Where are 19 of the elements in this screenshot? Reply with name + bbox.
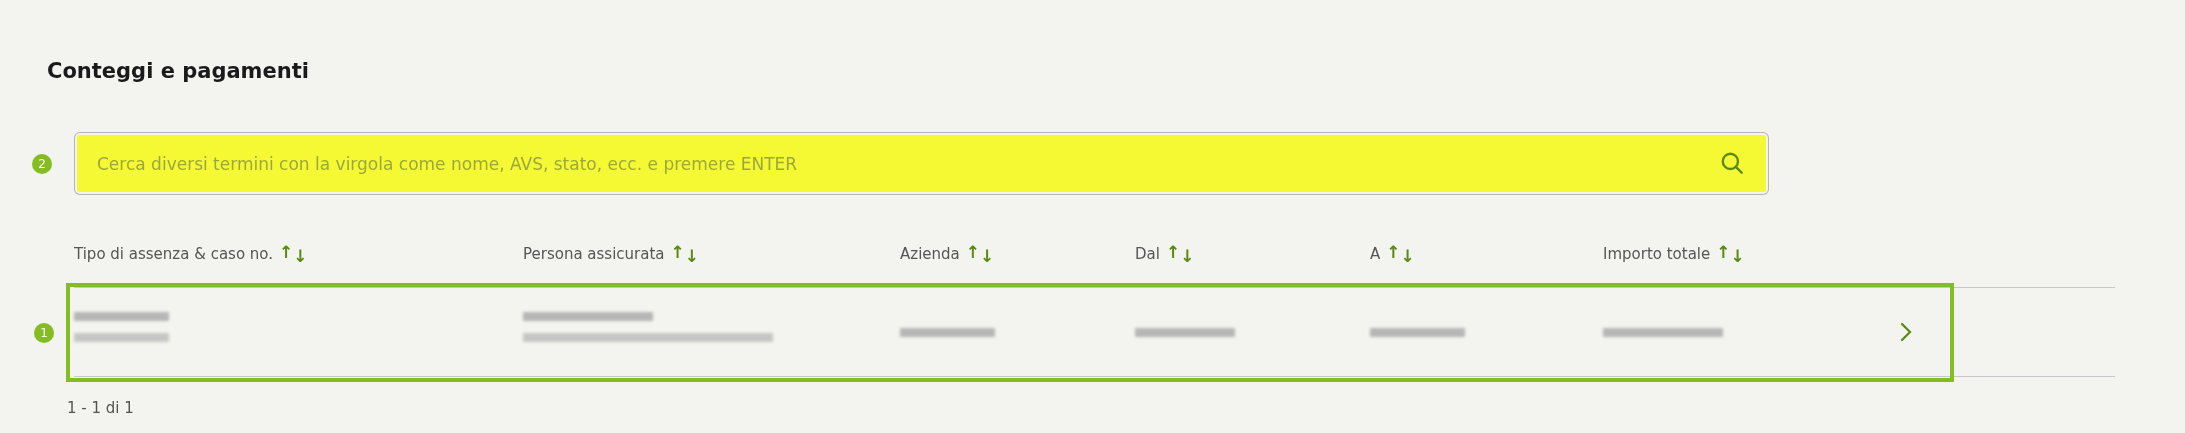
column-header: Persona assicurata	[523, 244, 665, 265]
column-header: A	[1370, 244, 1381, 265]
sort-button[interactable]: ↑↓	[1386, 243, 1415, 269]
sort-button[interactable]: ↑↓	[670, 243, 700, 269]
sort-button[interactable]: ↑↓	[1165, 243, 1195, 269]
sort-button[interactable]: ↑↓	[965, 243, 995, 269]
sort-button[interactable]: ↑↓	[1716, 243, 1745, 269]
search-icon[interactable]	[1719, 150, 1745, 176]
page-title: Conteggi e pagamenti	[47, 58, 310, 85]
column-header: Tipo di assenza & caso no.	[74, 244, 274, 265]
column-header: Dal	[1135, 244, 1160, 265]
search-field[interactable]: Cerca diversi termini con la virgola come nome, AVS, stato, ecc. e premere ENTER	[77, 135, 1766, 192]
chevron-right-icon[interactable]	[1900, 322, 1912, 342]
sort-button[interactable]: ↑↓	[279, 243, 308, 269]
column-header: Azienda	[900, 244, 960, 265]
step-marker: 1	[34, 323, 54, 343]
pagination-info: 1 - 1 di 1	[67, 398, 135, 419]
column-header: Importo totale	[1603, 244, 1711, 265]
step-marker: 2	[32, 153, 52, 174]
